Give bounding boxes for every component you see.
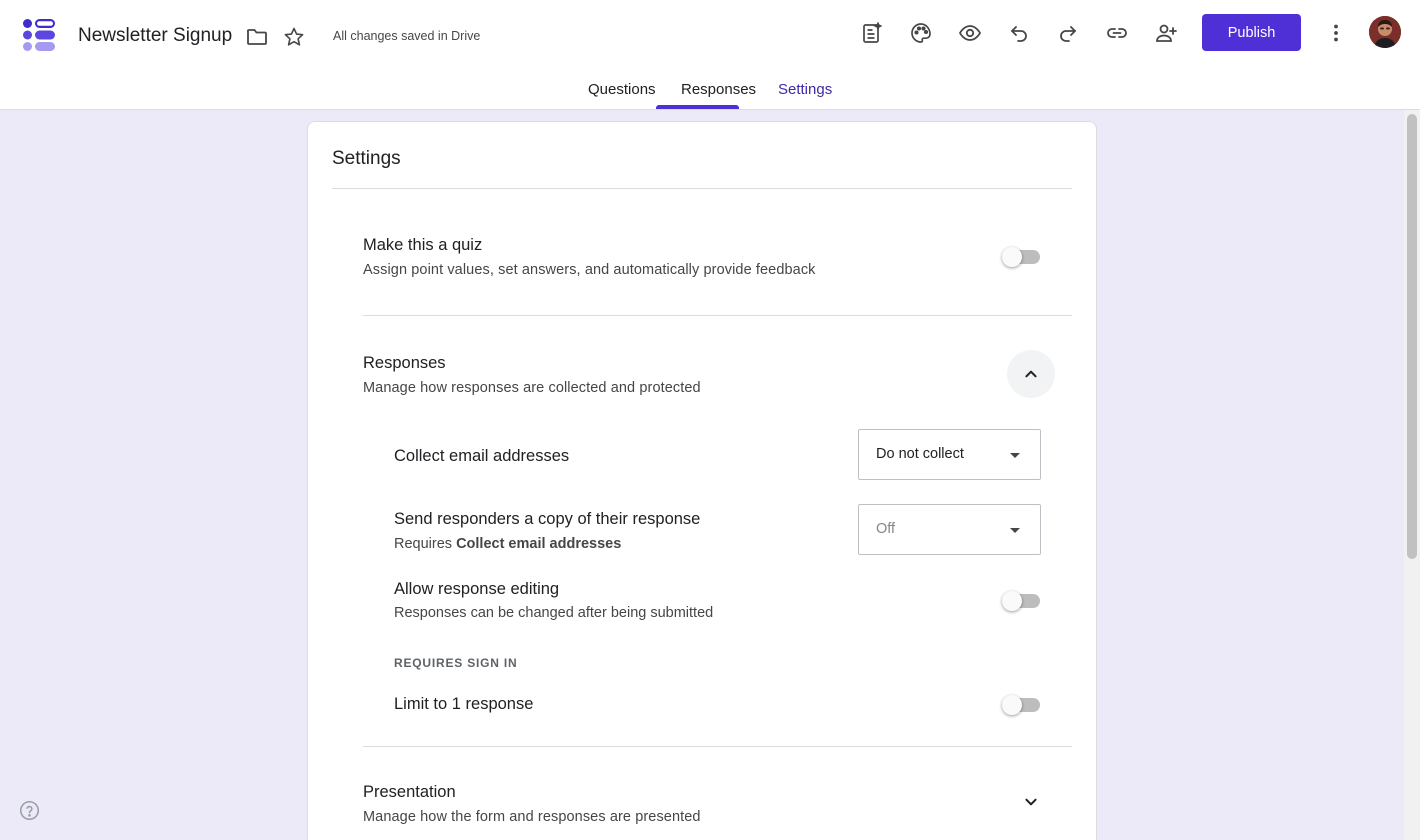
send-copy-select[interactable]: Off	[858, 504, 1041, 555]
settings-card: Settings Make this a quiz Assign point v…	[307, 121, 1097, 840]
tab-settings[interactable]: Settings	[778, 81, 832, 98]
account-avatar[interactable]	[1369, 16, 1401, 48]
quiz-toggle[interactable]	[1002, 245, 1042, 269]
link-icon[interactable]	[1102, 18, 1132, 48]
star-icon[interactable]	[279, 22, 309, 52]
limit-one-label: Limit to 1 response	[394, 695, 534, 713]
quiz-title: Make this a quiz	[363, 236, 483, 254]
presentation-section-title: Presentation	[363, 783, 456, 801]
undo-icon[interactable]	[1004, 18, 1034, 48]
allow-editing-toggle[interactable]	[1002, 589, 1042, 613]
dropdown-arrow-icon	[1010, 528, 1020, 533]
forms-logo-icon[interactable]	[22, 18, 56, 52]
send-copy-value: Off	[876, 521, 896, 537]
responses-collapse-button[interactable]	[1007, 350, 1055, 398]
send-copy-requirement: Requires Collect email addresses	[394, 536, 622, 552]
quiz-description: Assign point values, set answers, and au…	[363, 262, 816, 278]
responses-section-description: Manage how responses are collected and p…	[363, 380, 701, 396]
app-header: Newsletter Signup All changes saved in D…	[0, 0, 1420, 110]
send-copy-label: Send responders a copy of their response	[394, 510, 701, 528]
allow-editing-description: Responses can be changed after being sub…	[394, 605, 714, 621]
help-icon[interactable]	[19, 800, 40, 821]
form-tabs: Questions Responses Settings	[0, 76, 1420, 110]
redo-icon[interactable]	[1053, 18, 1083, 48]
customize-icon[interactable]	[857, 18, 887, 48]
responses-section-title: Responses	[363, 354, 446, 372]
publish-button[interactable]: Publish	[1202, 14, 1301, 51]
divider	[363, 315, 1072, 316]
tab-responses[interactable]: Responses	[681, 81, 756, 98]
save-status: All changes saved in Drive	[333, 29, 481, 43]
divider	[363, 746, 1072, 747]
allow-editing-label: Allow response editing	[394, 580, 560, 598]
presentation-section-description: Manage how the form and responses are pr…	[363, 809, 701, 825]
page-scrollbar-thumb[interactable]	[1407, 114, 1417, 559]
add-collaborator-icon[interactable]	[1151, 18, 1181, 48]
folder-icon[interactable]	[242, 22, 272, 52]
presentation-expand-button[interactable]	[1007, 778, 1055, 826]
collect-email-value: Do not collect	[876, 446, 964, 462]
collect-email-label: Collect email addresses	[394, 447, 570, 465]
chevron-up-icon	[1025, 370, 1037, 378]
preview-icon[interactable]	[955, 18, 985, 48]
tab-active-indicator	[656, 105, 739, 109]
chevron-down-icon	[1025, 798, 1037, 806]
settings-title: Settings	[332, 148, 401, 169]
more-vert-icon[interactable]	[1321, 18, 1351, 48]
form-title[interactable]: Newsletter Signup	[78, 25, 232, 47]
divider	[332, 188, 1072, 189]
palette-icon[interactable]	[906, 18, 936, 48]
dropdown-arrow-icon	[1010, 453, 1020, 458]
limit-one-toggle[interactable]	[1002, 693, 1042, 717]
requires-sign-in-heading: REQUIRES SIGN IN	[394, 656, 518, 670]
collect-email-select[interactable]: Do not collect	[858, 429, 1041, 480]
tab-questions[interactable]: Questions	[588, 81, 656, 98]
